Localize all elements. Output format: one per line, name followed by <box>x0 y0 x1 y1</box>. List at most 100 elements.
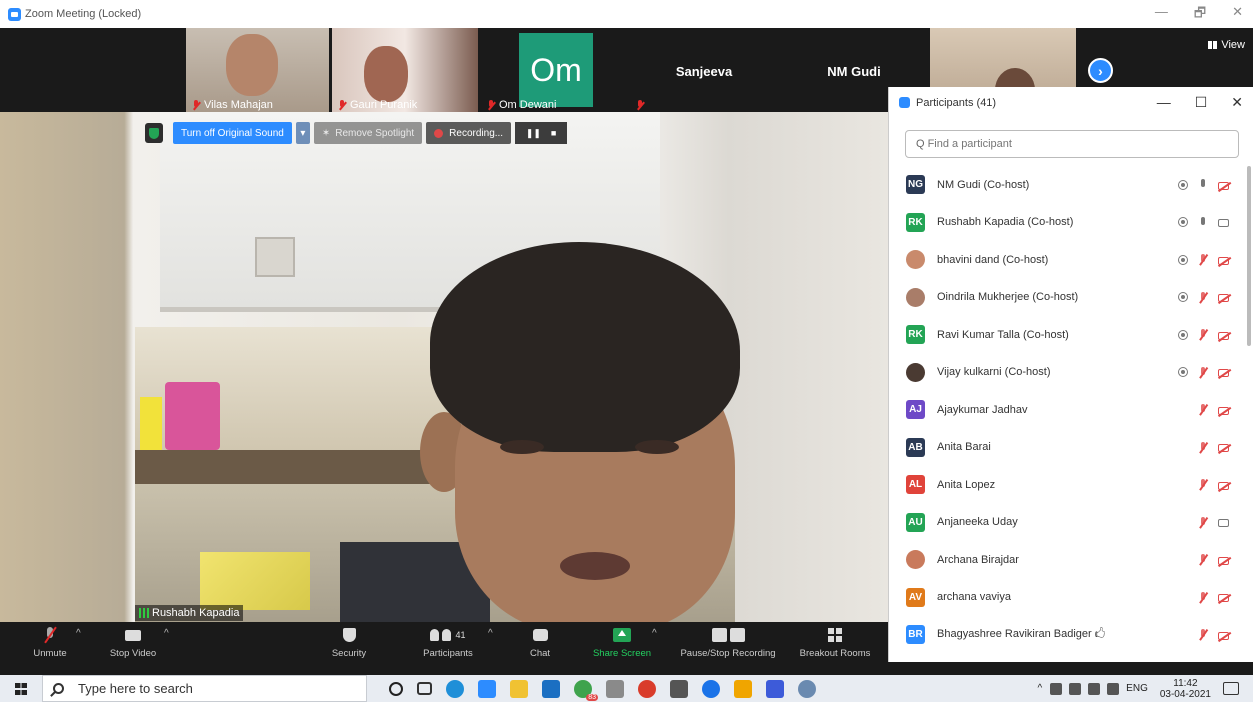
video-tile-om[interactable]: Om Om Dewani <box>481 28 627 112</box>
participant-status-icons <box>1197 591 1229 603</box>
stop-video-button[interactable]: Stop Video ^ <box>100 622 169 662</box>
microphone-muted-icon <box>1197 291 1209 303</box>
file-explorer-icon[interactable] <box>510 679 528 698</box>
participant-row[interactable]: bhavini dand (Co-host) <box>889 241 1253 279</box>
panel-minimize-button[interactable]: — <box>1157 94 1171 111</box>
participants-scrollbar[interactable] <box>1247 166 1251 346</box>
unmute-label: Unmute <box>33 648 67 659</box>
whatsapp-icon[interactable]: 83 <box>574 679 598 701</box>
next-page-arrow-icon[interactable]: › <box>1088 58 1113 83</box>
maximize-button[interactable]: 🗗 <box>1194 4 1206 26</box>
participant-row[interactable]: RK Ravi Kumar Talla (Co-host) <box>889 316 1253 354</box>
sticky-notes-icon[interactable] <box>734 679 752 698</box>
microphone-muted-icon <box>1197 404 1209 415</box>
tile-namebar: Gauri Puranik <box>332 98 478 112</box>
participant-status-icons <box>1197 404 1229 415</box>
mail-icon[interactable] <box>542 679 560 698</box>
taskbar-search-placeholder: Type here to search <box>78 681 193 696</box>
panel-close-button[interactable]: ✕ <box>1231 94 1243 111</box>
unmute-button[interactable]: Unmute ^ <box>28 622 81 662</box>
video-tile-sanjeeva[interactable]: Sanjeeva <box>630 28 778 112</box>
edge-browser-icon[interactable] <box>446 679 464 698</box>
word-icon[interactable] <box>766 679 784 698</box>
stop-recording-icon[interactable]: ■ <box>551 128 556 138</box>
action-center-icon[interactable] <box>1223 682 1239 695</box>
wifi-tray-icon[interactable] <box>1088 682 1101 695</box>
panel-popout-button[interactable]: ☐ <box>1195 94 1208 111</box>
view-button[interactable]: View <box>1208 39 1245 51</box>
microphone-muted-icon <box>1197 441 1209 453</box>
recording-permission-icon <box>1178 179 1188 190</box>
mic-muted-icon <box>487 99 495 111</box>
audio-options-caret-icon[interactable]: ^ <box>76 628 81 639</box>
security-button[interactable]: Security <box>325 622 373 662</box>
task-view-icon[interactable] <box>417 682 432 695</box>
microphone-tray-icon[interactable] <box>1050 682 1063 695</box>
video-camera-icon <box>125 629 141 641</box>
search-icon <box>53 683 64 694</box>
participant-row[interactable]: AV archana vaviya <box>889 579 1253 617</box>
video-tile-gauri[interactable]: Gauri Puranik <box>332 28 478 112</box>
zoom-taskbar-icon[interactable] <box>478 679 496 698</box>
pause-recording-icon[interactable]: ❚❚ <box>526 128 541 139</box>
participant-row[interactable]: Oindrila Mukherjee (Co-host) <box>889 279 1253 317</box>
pause-stop-icon <box>711 628 745 642</box>
participant-row[interactable]: AB Anita Barai <box>889 429 1253 467</box>
windows-logo-icon <box>15 682 27 695</box>
volume-tray-icon[interactable] <box>1107 682 1120 695</box>
pause-stop-recording-button[interactable]: Pause/Stop Recording <box>672 622 784 662</box>
taskbar-clock[interactable]: 11:42 03-04-2021 <box>1160 678 1211 700</box>
cortana-icon[interactable] <box>389 681 403 696</box>
participant-row[interactable]: RK Rushabh Kapadia (Co-host) <box>889 204 1253 242</box>
app-icon[interactable] <box>702 679 720 698</box>
video-off-icon <box>1218 556 1229 565</box>
participant-avatar <box>906 250 925 270</box>
participants-button[interactable]: 41 Participants ^ <box>410 622 493 662</box>
chrome-icon[interactable] <box>638 679 656 698</box>
tile-name: Om Dewani <box>499 99 557 111</box>
participant-status-icons <box>1197 516 1229 528</box>
close-button[interactable]: ✕ <box>1232 4 1243 26</box>
tile-name: Vilas Mahajan <box>204 99 273 111</box>
start-button[interactable] <box>0 675 42 702</box>
participants-caret-icon[interactable]: ^ <box>488 628 493 639</box>
language-indicator[interactable]: ENG <box>1126 683 1148 694</box>
participant-search-input[interactable] <box>927 138 1208 150</box>
store-icon[interactable] <box>670 679 688 698</box>
speaker-name: Rushabh Kapadia <box>152 607 240 619</box>
participant-row[interactable]: NG NM Gudi (Co-host) <box>889 166 1253 204</box>
active-speaker-video[interactable] <box>0 112 888 622</box>
app-icon[interactable] <box>606 679 624 698</box>
video-tile-vilas[interactable]: Vilas Mahajan <box>186 28 329 112</box>
share-screen-button[interactable]: Share Screen ^ <box>586 622 658 662</box>
microphone-icon <box>1197 179 1209 190</box>
breakout-rooms-button[interactable]: Breakout Rooms <box>794 622 876 662</box>
original-sound-dropdown[interactable]: ▾ <box>295 122 310 144</box>
participant-avatar <box>906 362 925 382</box>
participant-row[interactable]: AJ Ajaykumar Jadhav <box>889 391 1253 429</box>
participant-row[interactable]: BR Bhagyashree Ravikiran Badiger 🖒 <box>889 616 1253 654</box>
meeting-secure-shield-icon[interactable] <box>145 123 163 143</box>
share-options-caret-icon[interactable]: ^ <box>652 628 657 639</box>
show-hidden-icons-icon[interactable]: ^ <box>1037 683 1042 694</box>
meeting-toolbar: Unmute ^ Stop Video ^ Security 41 Partic… <box>0 622 888 662</box>
chat-button[interactable]: Chat <box>523 622 557 662</box>
original-sound-button[interactable]: Turn off Original Sound <box>173 122 292 144</box>
search-icon: Q <box>916 138 925 150</box>
participant-status-icons <box>1178 254 1229 265</box>
app-icon[interactable] <box>798 679 816 698</box>
network-tray-icon[interactable] <box>1069 682 1082 695</box>
participant-avatar <box>906 287 925 307</box>
participant-row[interactable]: Archana Birajdar <box>889 541 1253 579</box>
zoom-meeting-app: Zoom Meeting (Locked) — 🗗 ✕ Vilas Mahaja… <box>0 0 1253 702</box>
bg-shelf <box>135 450 435 484</box>
remove-spotlight-button[interactable]: ✶ Remove Spotlight <box>313 122 423 144</box>
participant-row[interactable]: AU Anjaneeka Uday <box>889 504 1253 542</box>
minimize-button[interactable]: — <box>1155 4 1168 26</box>
video-options-caret-icon[interactable]: ^ <box>164 628 169 639</box>
participant-row[interactable]: AL Anita Lopez <box>889 466 1253 504</box>
participant-row[interactable]: Vijay kulkarni (Co-host) <box>889 354 1253 392</box>
video-camera-icon <box>1218 519 1229 528</box>
participant-search-box[interactable]: Q <box>905 130 1239 158</box>
taskbar-search-box[interactable]: Type here to search <box>42 675 367 702</box>
